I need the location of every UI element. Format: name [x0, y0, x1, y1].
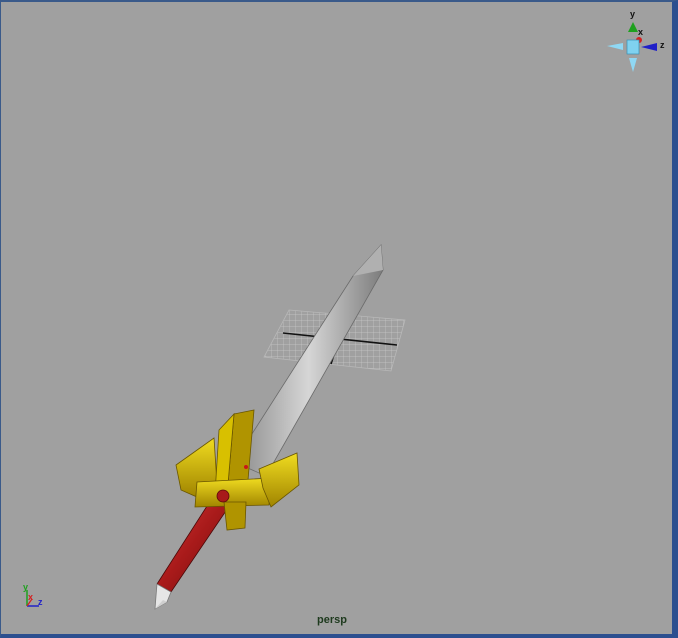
view-cube-x-label: x — [638, 27, 643, 37]
view-cube-z-arrow[interactable] — [641, 43, 657, 51]
scene-canvas[interactable]: y x z y x z — [1, 2, 673, 634]
view-cube-y-arrow[interactable] — [628, 22, 638, 32]
camera-name-label: persp — [317, 614, 347, 626]
axis-indicator-z-label: z — [38, 597, 43, 607]
sword-handle[interactable] — [154, 491, 233, 610]
axis-indicator: y x z — [23, 582, 43, 607]
axis-indicator-x-label: x — [28, 592, 33, 602]
view-cube-neg-x-arrow[interactable] — [607, 43, 623, 50]
perspective-viewport[interactable]: y x z y x z persp — [0, 0, 678, 638]
view-cube-neg-y-arrow[interactable] — [629, 58, 637, 72]
axis-indicator-y-label: y — [23, 582, 28, 592]
view-cube[interactable]: y x z — [607, 9, 665, 72]
view-cube-z-label: z — [660, 40, 665, 50]
view-cube-box[interactable] — [626, 39, 640, 55]
view-cube-y-label: y — [630, 9, 635, 19]
